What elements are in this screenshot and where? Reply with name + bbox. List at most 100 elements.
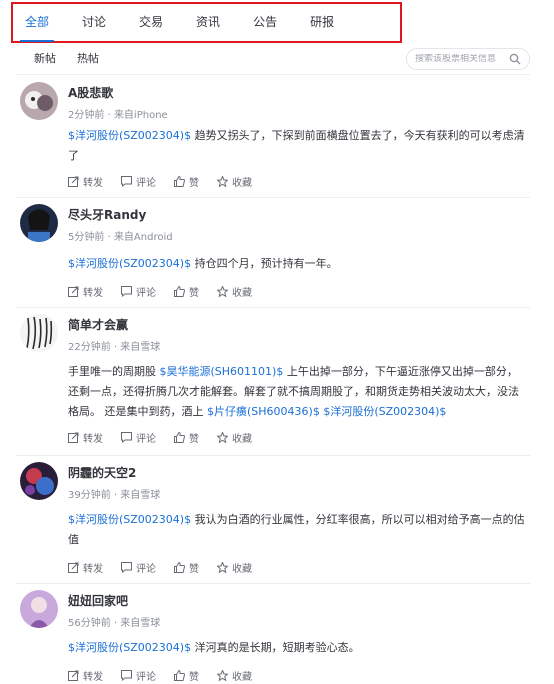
favorite-button[interactable]: 收藏	[217, 430, 252, 445]
meta-separator: ·	[113, 618, 118, 629]
post-source: 来自雪球	[120, 490, 161, 501]
tab-news[interactable]: 资讯	[196, 4, 220, 41]
post-item: 妞妞回家吧 56分钟前 · 来自雪球 $洋河股份(SZ002304)$ 洋河真的…	[16, 584, 530, 684]
like-label: 赞	[189, 672, 199, 683]
post-time[interactable]: 2分钟前	[68, 110, 104, 121]
sort-tabs: 新帖 热帖	[34, 50, 120, 66]
comment-icon	[121, 432, 132, 443]
comment-label: 评论	[136, 434, 156, 445]
tab-all[interactable]: 全部	[19, 4, 55, 42]
avatar[interactable]	[20, 590, 58, 628]
post-content: $洋河股份(SZ002304)$ 持仓四个月，预计持有一年。	[68, 254, 526, 274]
comment-button[interactable]: 评论	[121, 430, 156, 445]
avatar[interactable]	[20, 204, 58, 242]
repost-label: 转发	[83, 434, 103, 445]
username[interactable]: 妞妞回家吧	[68, 592, 128, 609]
like-button[interactable]: 赞	[174, 284, 199, 299]
favorite-button[interactable]: 收藏	[217, 174, 252, 189]
username[interactable]: 阴霾的天空2	[68, 464, 136, 481]
like-button[interactable]: 赞	[174, 560, 199, 575]
meta-separator: ·	[113, 490, 118, 501]
repost-icon	[68, 286, 79, 297]
like-button[interactable]: 赞	[174, 174, 199, 189]
username[interactable]: A股悲歌	[68, 84, 113, 101]
comment-button[interactable]: 评论	[121, 284, 156, 299]
stock-link[interactable]: $洋河股份(SZ002304)$	[323, 405, 446, 418]
like-label: 赞	[189, 288, 199, 299]
repost-label: 转发	[83, 672, 103, 683]
post-text: 洋河真的是长期，短期考验心态。	[191, 641, 360, 654]
favorite-label: 收藏	[232, 564, 252, 575]
username[interactable]: 尽头牙Randy	[68, 206, 146, 223]
post-content: 手里唯一的周期股 $昊华能源(SH601101)$ 上午出掉一部分，下午逼近涨停…	[68, 362, 526, 422]
subtab-hot-posts[interactable]: 热帖	[77, 50, 99, 66]
post-content: $洋河股份(SZ002304)$ 趋势又拐头了，下探到前面横盘位置去了，今天有获…	[68, 126, 526, 166]
stock-link[interactable]: $洋河股份(SZ002304)$	[68, 641, 191, 654]
tab-trade[interactable]: 交易	[139, 4, 163, 41]
favorite-button[interactable]: 收藏	[217, 284, 252, 299]
comment-button[interactable]: 评论	[121, 668, 156, 683]
comment-label: 评论	[136, 288, 156, 299]
like-button[interactable]: 赞	[174, 430, 199, 445]
stock-link[interactable]: $昊华能源(SH601101)$	[160, 365, 284, 378]
thumbs-up-icon	[174, 176, 185, 187]
post-content: $洋河股份(SZ002304)$ 洋河真的是长期，短期考验心态。	[68, 638, 526, 658]
star-icon	[217, 286, 228, 297]
post-text: 手里唯一的周期股	[68, 365, 160, 378]
repost-label: 转发	[83, 288, 103, 299]
post-actions: 转发 评论 赞 收藏	[68, 430, 270, 445]
avatar[interactable]	[20, 462, 58, 500]
comment-button[interactable]: 评论	[121, 174, 156, 189]
post-content: $洋河股份(SZ002304)$ 我认为白酒的行业属性，分红率很高，所以可以相对…	[68, 510, 526, 550]
star-icon	[217, 562, 228, 573]
avatar[interactable]	[20, 82, 58, 120]
post-text: 持仓四个月，预计持有一年。	[191, 257, 338, 270]
tab-research[interactable]: 研报	[310, 4, 334, 41]
tab-discussion[interactable]: 讨论	[82, 4, 106, 41]
repost-icon	[68, 670, 79, 681]
repost-label: 转发	[83, 564, 103, 575]
like-label: 赞	[189, 434, 199, 445]
repost-icon	[68, 562, 79, 573]
post-time[interactable]: 5分钟前	[68, 232, 104, 243]
comment-button[interactable]: 评论	[121, 560, 156, 575]
repost-button[interactable]: 转发	[68, 284, 103, 299]
stock-link[interactable]: $洋河股份(SZ002304)$	[68, 129, 191, 142]
post-item: 简单才会赢 22分钟前 · 来自雪球 手里唯一的周期股 $昊华能源(SH6011…	[16, 308, 530, 456]
divider	[16, 74, 530, 75]
repost-button[interactable]: 转发	[68, 668, 103, 683]
avatar[interactable]	[20, 314, 58, 352]
post-meta: 5分钟前 · 来自Android	[68, 228, 173, 243]
favorite-button[interactable]: 收藏	[217, 560, 252, 575]
thumbs-up-icon	[174, 286, 185, 297]
post-meta: 22分钟前 · 来自雪球	[68, 338, 160, 353]
repost-button[interactable]: 转发	[68, 174, 103, 189]
like-button[interactable]: 赞	[174, 668, 199, 683]
thumbs-up-icon	[174, 562, 185, 573]
post-time[interactable]: 22分钟前	[68, 342, 111, 353]
search-icon[interactable]	[509, 53, 521, 65]
post-actions: 转发 评论 赞 收藏	[68, 668, 270, 683]
subtab-new-posts[interactable]: 新帖	[34, 50, 56, 66]
favorite-button[interactable]: 收藏	[217, 668, 252, 683]
tab-announcements[interactable]: 公告	[253, 4, 277, 41]
comment-icon	[121, 670, 132, 681]
comment-label: 评论	[136, 178, 156, 189]
star-icon	[217, 432, 228, 443]
post-time[interactable]: 56分钟前	[68, 618, 111, 629]
favorite-label: 收藏	[232, 288, 252, 299]
stock-link[interactable]: $洋河股份(SZ002304)$	[68, 257, 191, 270]
post-meta: 2分钟前 · 来自iPhone	[68, 106, 168, 121]
category-tabs: 全部 讨论 交易 资讯 公告 研报	[11, 2, 402, 43]
post-time[interactable]: 39分钟前	[68, 490, 111, 501]
stock-link[interactable]: $洋河股份(SZ002304)$	[68, 513, 191, 526]
repost-button[interactable]: 转发	[68, 560, 103, 575]
repost-button[interactable]: 转发	[68, 430, 103, 445]
stock-link[interactable]: $片仔癀(SH600436)$	[207, 405, 320, 418]
favorite-label: 收藏	[232, 178, 252, 189]
post-item: 阴霾的天空2 39分钟前 · 来自雪球 $洋河股份(SZ002304)$ 我认为…	[16, 456, 530, 584]
username[interactable]: 简单才会赢	[68, 316, 128, 333]
post-item: 尽头牙Randy 5分钟前 · 来自Android $洋河股份(SZ002304…	[16, 198, 530, 308]
search-input[interactable]	[415, 54, 507, 64]
meta-separator: ·	[107, 232, 111, 243]
